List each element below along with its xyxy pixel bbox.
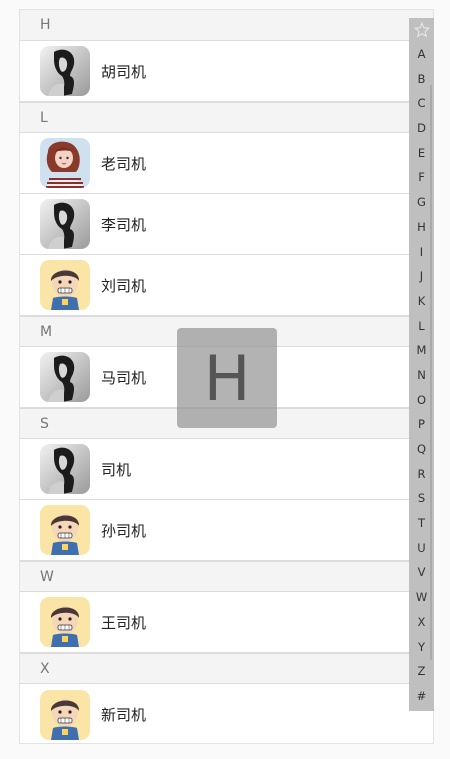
overlay-letter: H <box>203 341 251 415</box>
scrollbar[interactable] <box>430 85 432 660</box>
contact-row[interactable]: 孙司机 <box>20 500 433 561</box>
star-icon[interactable] <box>409 18 434 42</box>
avatar <box>40 505 90 555</box>
avatar <box>40 352 90 402</box>
contact-name: 李司机 <box>101 215 147 234</box>
index-letter[interactable]: Z <box>409 659 434 684</box>
contact-name: 马司机 <box>101 368 147 387</box>
contact-row[interactable]: 新司机 <box>20 684 433 743</box>
contact-name: 老司机 <box>101 154 147 173</box>
avatar <box>40 199 90 249</box>
avatar <box>40 260 90 310</box>
contact-name: 新司机 <box>101 706 147 724</box>
section-l: L 老司机 李司机 刘司机 <box>20 102 433 316</box>
section-header: W <box>20 561 433 592</box>
avatar <box>40 597 90 647</box>
section-header: X <box>20 653 433 684</box>
section-s: S 司机 孙司机 <box>20 408 433 561</box>
avatar <box>40 46 90 96</box>
contact-name: 胡司机 <box>101 62 147 81</box>
avatar <box>40 444 90 494</box>
index-letter[interactable]: A <box>409 42 434 67</box>
avatar <box>40 138 90 188</box>
contact-row[interactable]: 司机 <box>20 439 433 500</box>
avatar <box>40 689 90 740</box>
contact-name: 王司机 <box>101 613 147 632</box>
index-letter[interactable]: # <box>409 684 434 709</box>
section-x: X 新司机 <box>20 653 433 743</box>
contact-row[interactable]: 李司机 <box>20 194 433 255</box>
section-w: W 王司机 <box>20 561 433 653</box>
contact-name: 司机 <box>101 460 132 479</box>
contact-row[interactable]: 刘司机 <box>20 255 433 316</box>
section-header: H <box>20 10 433 41</box>
section-h: H 胡司机 <box>20 10 433 102</box>
contact-row[interactable]: 老司机 <box>20 133 433 194</box>
contact-row[interactable]: 王司机 <box>20 592 433 653</box>
contact-name: 刘司机 <box>101 276 147 295</box>
section-header: L <box>20 102 433 133</box>
current-letter-overlay: H <box>177 328 277 428</box>
contact-name: 孙司机 <box>101 521 147 540</box>
contact-row[interactable]: 胡司机 <box>20 41 433 102</box>
